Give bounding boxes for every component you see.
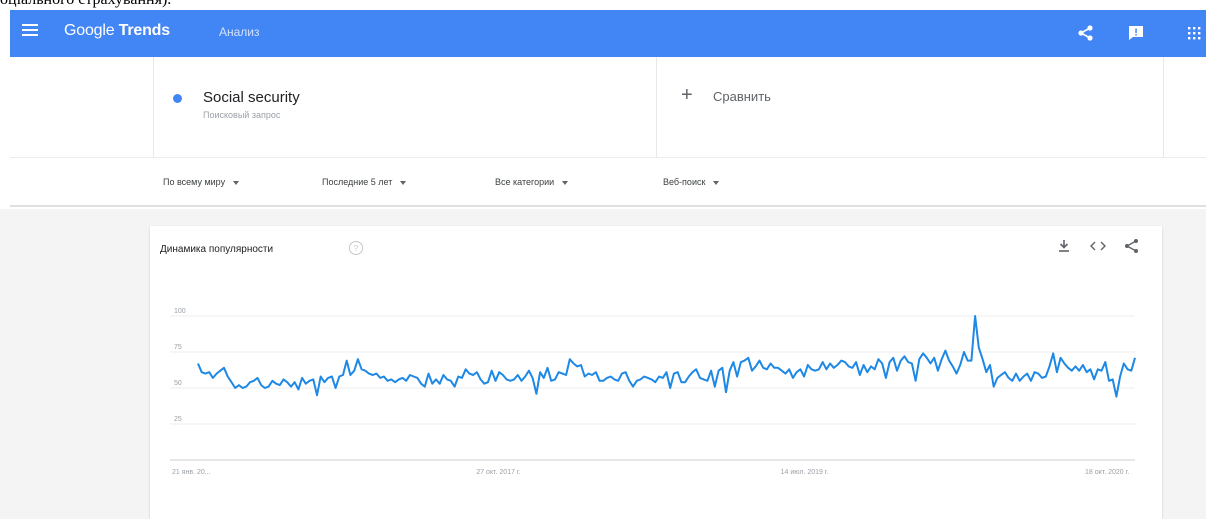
app-bar: Google Trends Анализ	[10, 10, 1206, 57]
search-term-card[interactable]: Social security Поисковый запрос	[153, 57, 657, 157]
plus-icon: +	[681, 84, 693, 106]
search-term-type: Поисковый запрос	[203, 110, 281, 120]
card-title: Динамика популярности	[160, 244, 274, 255]
y-tick-label: 50	[174, 380, 182, 387]
compare-button[interactable]: + Сравнить	[657, 57, 1164, 157]
x-tick-label: 18 окт. 2020 г.	[1085, 469, 1129, 476]
compare-label: Сравнить	[713, 89, 771, 104]
filter-time-range[interactable]: Последние 5 лет	[322, 177, 407, 187]
download-icon[interactable]	[1054, 236, 1074, 256]
term-color-dot	[173, 94, 182, 103]
x-tick-label: 21 янв. 20...	[172, 469, 211, 476]
search-terms-panel: Social security Поисковый запрос + Сравн…	[0, 57, 1206, 157]
google-trends-logo[interactable]: Google Trends	[64, 22, 170, 40]
svg-text:?: ?	[354, 244, 359, 253]
y-tick-label: 75	[174, 344, 182, 351]
share-icon[interactable]	[1122, 236, 1142, 256]
feedback-icon[interactable]	[1126, 23, 1146, 43]
chevron-down-icon	[562, 180, 569, 185]
page-caption: оціального страхування).	[0, 0, 171, 9]
search-term[interactable]: Social security	[203, 89, 300, 106]
filter-time-range-label: Последние 5 лет	[322, 177, 393, 187]
filter-region[interactable]: По всему миру	[163, 177, 240, 187]
share-icon[interactable]	[1076, 23, 1096, 43]
filter-category[interactable]: Все категории	[495, 177, 569, 187]
section-title: Анализ	[219, 25, 260, 39]
logo-trends: Trends	[118, 22, 170, 39]
y-tick-label: 25	[174, 416, 182, 423]
filter-category-label: Все категории	[495, 177, 555, 187]
menu-icon[interactable]	[22, 24, 38, 42]
series-line[interactable]	[197, 315, 1136, 398]
embed-icon[interactable]	[1088, 236, 1108, 256]
filter-search-type[interactable]: Веб-поиск	[663, 177, 720, 187]
interest-line-chart[interactable]: 100 75 50 25 21 янв. 20... 27 окт. 2017 г. 14 …	[150, 296, 1162, 476]
interest-over-time-card: Динамика популярности ? 100 75 50 25 21 янв.…	[150, 226, 1162, 519]
help-icon[interactable]: ?	[348, 240, 364, 256]
chevron-down-icon	[713, 180, 720, 185]
filter-region-label: По всему миру	[163, 177, 226, 187]
apps-icon[interactable]	[1184, 23, 1204, 43]
x-tick-label: 27 окт. 2017 г.	[476, 469, 520, 476]
filter-search-type-label: Веб-поиск	[663, 177, 706, 187]
chevron-down-icon	[400, 180, 407, 185]
filter-bar: По всему миру Последние 5 лет Все катего…	[10, 157, 1206, 207]
y-tick-label: 100	[174, 308, 186, 315]
x-tick-label: 14 июл. 2019 г.	[781, 469, 829, 476]
chevron-down-icon	[233, 180, 240, 185]
logo-google: Google	[64, 22, 115, 39]
